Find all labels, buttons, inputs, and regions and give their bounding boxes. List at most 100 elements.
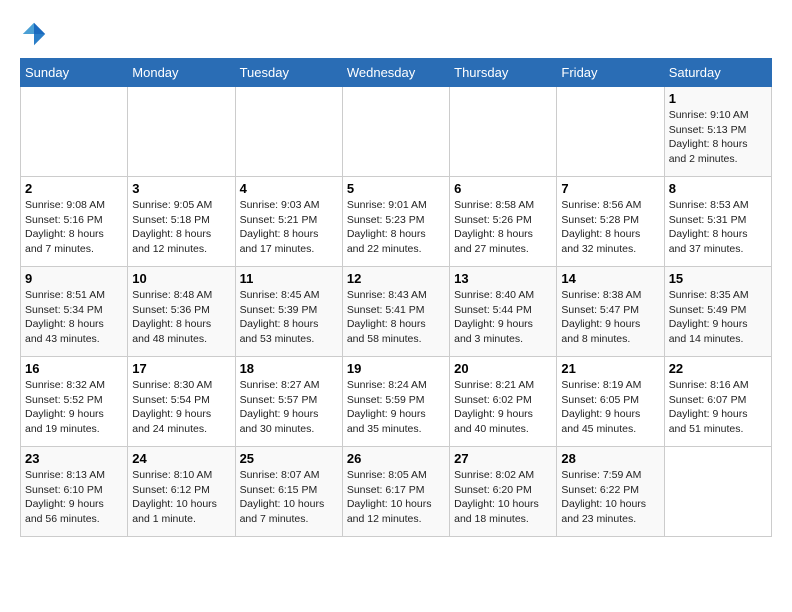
calendar-cell: 15Sunrise: 8:35 AM Sunset: 5:49 PM Dayli… (664, 267, 771, 357)
calendar-cell: 26 Sunrise: 8:05 AM Sunset: 6:17 PM Dayli… (342, 447, 449, 537)
calendar-cell: 5 Sunrise: 9:01 AM Sunset: 5:23 PM Daylig… (342, 177, 449, 267)
day-info: Sunrise: 8:21 AM Sunset: 6:02 PM Dayligh… (454, 378, 552, 437)
day-number: 19 (347, 361, 445, 376)
day-number: 10 (132, 271, 230, 286)
day-info: Sunrise: 9:01 AM Sunset: 5:23 PM Dayligh… (347, 198, 445, 257)
day-number: 20 (454, 361, 552, 376)
day-number: 27 (454, 451, 552, 466)
day-info: Sunrise: 8:58 AM Sunset: 5:26 PM Dayligh… (454, 198, 552, 257)
calendar-cell (128, 87, 235, 177)
calendar-cell: 4 Sunrise: 9:03 AM Sunset: 5:21 PM Daylig… (235, 177, 342, 267)
day-number: 24 (132, 451, 230, 466)
header-day: Tuesday (235, 59, 342, 87)
calendar-body: 1 Sunrise: 9:10 AM Sunset: 5:13 PM Daylig… (21, 87, 772, 537)
calendar-week-row: 1 Sunrise: 9:10 AM Sunset: 5:13 PM Daylig… (21, 87, 772, 177)
day-number: 5 (347, 181, 445, 196)
day-number: 2 (25, 181, 123, 196)
day-number: 17 (132, 361, 230, 376)
day-info: Sunrise: 8:16 AM Sunset: 6:07 PM Dayligh… (669, 378, 767, 437)
calendar-week-row: 16 Sunrise: 8:32 AM Sunset: 5:52 PM Dayli… (21, 357, 772, 447)
calendar-cell: 9 Sunrise: 8:51 AM Sunset: 5:34 PM Daylig… (21, 267, 128, 357)
day-number: 8 (669, 181, 767, 196)
calendar-cell: 17Sunrise: 8:30 AM Sunset: 5:54 PM Dayli… (128, 357, 235, 447)
day-number: 18 (240, 361, 338, 376)
calendar-cell: 22 Sunrise: 8:16 AM Sunset: 6:07 PM Dayli… (664, 357, 771, 447)
calendar-header: SundayMondayTuesdayWednesdayThursdayFrid… (21, 59, 772, 87)
day-info: Sunrise: 8:35 AM Sunset: 5:49 PM Dayligh… (669, 288, 767, 347)
calendar-cell: 28 Sunrise: 7:59 AM Sunset: 6:22 PM Dayli… (557, 447, 664, 537)
day-number: 7 (561, 181, 659, 196)
day-number: 21 (561, 361, 659, 376)
day-info: Sunrise: 8:24 AM Sunset: 5:59 PM Dayligh… (347, 378, 445, 437)
day-number: 22 (669, 361, 767, 376)
day-number: 23 (25, 451, 123, 466)
calendar-cell: 19 Sunrise: 8:24 AM Sunset: 5:59 PM Dayli… (342, 357, 449, 447)
day-number: 13 (454, 271, 552, 286)
day-number: 26 (347, 451, 445, 466)
day-info: Sunrise: 8:48 AM Sunset: 5:36 PM Dayligh… (132, 288, 230, 347)
calendar-cell (450, 87, 557, 177)
logo-icon (20, 20, 48, 48)
day-info: Sunrise: 8:02 AM Sunset: 6:20 PM Dayligh… (454, 468, 552, 527)
day-info: Sunrise: 8:07 AM Sunset: 6:15 PM Dayligh… (240, 468, 338, 527)
calendar-cell (557, 87, 664, 177)
day-number: 12 (347, 271, 445, 286)
day-number: 1 (669, 91, 767, 106)
header-day: Wednesday (342, 59, 449, 87)
calendar-cell: 2 Sunrise: 9:08 AM Sunset: 5:16 PM Daylig… (21, 177, 128, 267)
day-info: Sunrise: 8:38 AM Sunset: 5:47 PM Dayligh… (561, 288, 659, 347)
calendar-cell: 24 Sunrise: 8:10 AM Sunset: 6:12 PM Dayli… (128, 447, 235, 537)
day-number: 6 (454, 181, 552, 196)
day-number: 9 (25, 271, 123, 286)
day-info: Sunrise: 8:27 AM Sunset: 5:57 PM Dayligh… (240, 378, 338, 437)
calendar-cell: 21 Sunrise: 8:19 AM Sunset: 6:05 PM Dayli… (557, 357, 664, 447)
day-info: Sunrise: 8:10 AM Sunset: 6:12 PM Dayligh… (132, 468, 230, 527)
calendar-cell: 8 Sunrise: 8:53 AM Sunset: 5:31 PM Daylig… (664, 177, 771, 267)
logo (20, 20, 52, 48)
calendar-cell: 13Sunrise: 8:40 AM Sunset: 5:44 PM Dayli… (450, 267, 557, 357)
day-info: Sunrise: 9:08 AM Sunset: 5:16 PM Dayligh… (25, 198, 123, 257)
day-info: Sunrise: 8:19 AM Sunset: 6:05 PM Dayligh… (561, 378, 659, 437)
calendar-week-row: 9 Sunrise: 8:51 AM Sunset: 5:34 PM Daylig… (21, 267, 772, 357)
header-day: Sunday (21, 59, 128, 87)
calendar-cell (342, 87, 449, 177)
day-info: Sunrise: 7:59 AM Sunset: 6:22 PM Dayligh… (561, 468, 659, 527)
day-number: 11 (240, 271, 338, 286)
day-info: Sunrise: 8:32 AM Sunset: 5:52 PM Dayligh… (25, 378, 123, 437)
header-day: Monday (128, 59, 235, 87)
calendar-cell: 12 Sunrise: 8:43 AM Sunset: 5:41 PM Dayli… (342, 267, 449, 357)
day-info: Sunrise: 8:05 AM Sunset: 6:17 PM Dayligh… (347, 468, 445, 527)
day-info: Sunrise: 8:53 AM Sunset: 5:31 PM Dayligh… (669, 198, 767, 257)
day-info: Sunrise: 9:05 AM Sunset: 5:18 PM Dayligh… (132, 198, 230, 257)
day-info: Sunrise: 8:51 AM Sunset: 5:34 PM Dayligh… (25, 288, 123, 347)
page-header (20, 20, 772, 48)
calendar-cell (21, 87, 128, 177)
calendar-cell: 1 Sunrise: 9:10 AM Sunset: 5:13 PM Daylig… (664, 87, 771, 177)
day-number: 3 (132, 181, 230, 196)
day-info: Sunrise: 8:56 AM Sunset: 5:28 PM Dayligh… (561, 198, 659, 257)
day-info: Sunrise: 8:45 AM Sunset: 5:39 PM Dayligh… (240, 288, 338, 347)
header-row: SundayMondayTuesdayWednesdayThursdayFrid… (21, 59, 772, 87)
calendar-cell: 10 Sunrise: 8:48 AM Sunset: 5:36 PM Dayli… (128, 267, 235, 357)
calendar-cell: 3 Sunrise: 9:05 AM Sunset: 5:18 PM Daylig… (128, 177, 235, 267)
day-info: Sunrise: 8:13 AM Sunset: 6:10 PM Dayligh… (25, 468, 123, 527)
day-info: Sunrise: 8:43 AM Sunset: 5:41 PM Dayligh… (347, 288, 445, 347)
calendar-cell: 14 Sunrise: 8:38 AM Sunset: 5:47 PM Dayli… (557, 267, 664, 357)
day-number: 4 (240, 181, 338, 196)
calendar-table: SundayMondayTuesdayWednesdayThursdayFrid… (20, 58, 772, 537)
calendar-cell: 6 Sunrise: 8:58 AM Sunset: 5:26 PM Daylig… (450, 177, 557, 267)
day-number: 16 (25, 361, 123, 376)
calendar-cell: 16 Sunrise: 8:32 AM Sunset: 5:52 PM Dayli… (21, 357, 128, 447)
day-number: 28 (561, 451, 659, 466)
day-info: Sunrise: 9:10 AM Sunset: 5:13 PM Dayligh… (669, 108, 767, 167)
calendar-cell: 11 Sunrise: 8:45 AM Sunset: 5:39 PM Dayli… (235, 267, 342, 357)
day-info: Sunrise: 9:03 AM Sunset: 5:21 PM Dayligh… (240, 198, 338, 257)
calendar-week-row: 23 Sunrise: 8:13 AM Sunset: 6:10 PM Dayli… (21, 447, 772, 537)
calendar-week-row: 2 Sunrise: 9:08 AM Sunset: 5:16 PM Daylig… (21, 177, 772, 267)
day-number: 25 (240, 451, 338, 466)
calendar-cell: 18 Sunrise: 8:27 AM Sunset: 5:57 PM Dayli… (235, 357, 342, 447)
day-number: 14 (561, 271, 659, 286)
calendar-cell: 27 Sunrise: 8:02 AM Sunset: 6:20 PM Dayli… (450, 447, 557, 537)
calendar-cell (664, 447, 771, 537)
calendar-cell: 7 Sunrise: 8:56 AM Sunset: 5:28 PM Daylig… (557, 177, 664, 267)
